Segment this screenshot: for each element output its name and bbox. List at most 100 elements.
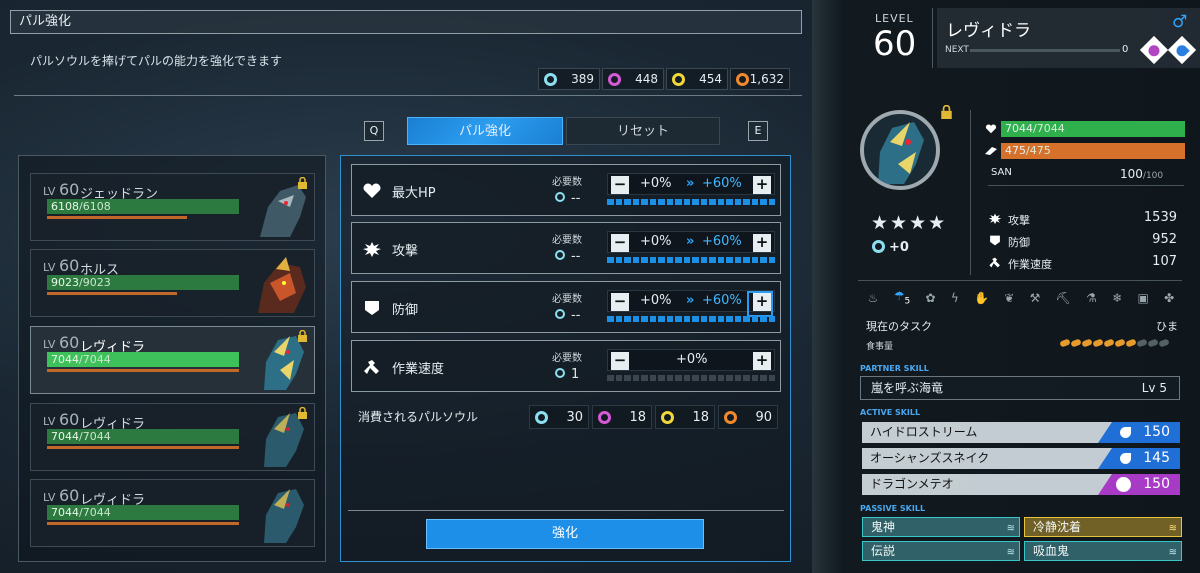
stat-row-work-speed: 作業速度 必要数 1 − +0% + [351,340,781,392]
heart-icon [985,124,997,134]
active-skill-slot[interactable]: ハイドロストリーム 150 [862,422,1180,443]
partner-skill[interactable]: 嵐を呼ぶ海竜 Lv 5 [860,376,1180,400]
max-value: +60% [702,234,742,249]
rank-up-icon: ≋ [1006,523,1015,534]
stat-name: 作業速度 [392,362,445,377]
consumed-souls-label: 消費されるパルソウル [358,410,479,424]
task-value: ひま [1156,320,1178,333]
tab-enhance[interactable]: パル強化 [407,117,563,145]
decrease-button[interactable]: − [611,293,629,311]
need-value: -- [555,249,580,264]
divider [988,185,1184,186]
pal-hp-bar: 7044/7044 [47,352,239,367]
gathering-icon: ❦ [1004,291,1015,305]
passive-skill[interactable]: 吸血鬼 ≋ [1024,541,1182,561]
dragon-element-icon [1116,477,1131,492]
pal-level: LV 60 [43,486,79,505]
chevron-right-icon: » [686,234,695,249]
divider [14,95,802,96]
passive-skill[interactable]: 冷静沈着 ≋ [1024,517,1182,537]
level-prefix: LV [43,415,56,428]
active-skill-label: ACTIVE SKILL [860,408,921,417]
passive-skill[interactable]: 伝説 ≋ [862,541,1020,561]
hp-max: /9023 [79,276,111,289]
stat-label: 攻撃 [1008,214,1030,227]
detail-stat-defense: 防御 952 [988,232,1183,250]
transporting-icon: ▣ [1137,291,1149,305]
watering-icon: ☂5 [893,289,911,307]
consumed-value: 90 [755,409,772,425]
mining-icon: ⛏ [1055,291,1071,305]
skill-power: 145 [1098,448,1180,469]
stat-value: 1539 [1143,210,1177,225]
task-label: 現在のタスク [866,320,932,333]
rank-stars: ★★★★ [871,212,948,234]
active-skill-slot[interactable]: オーシャンズスネイク 145 [862,448,1180,469]
consumed-value: 18 [629,409,646,425]
work-speed-icon [989,257,1000,268]
consumed-xl-soul: 90 [718,405,778,429]
decrease-button[interactable]: − [611,176,629,194]
partner-skill-label: PARTNER SKILL [860,364,929,373]
hp-max: /7044 [79,353,111,366]
pal-list: LV 60 ジェッドラン 6108/6108 LV 60 ホルス 9023/90… [18,155,326,562]
tab-reset[interactable]: リセット [566,117,720,145]
pal-card-selected[interactable]: LV 60 レヴィドラ 7044/7044 [30,326,315,394]
increase-button[interactable]: + [753,234,771,252]
hp-max: /7044 [79,430,111,443]
pal-soul-xl-icon [736,72,749,86]
pal-level: LV 60 [43,180,79,199]
skill-power: 150 [1098,422,1180,443]
increase-button[interactable]: + [753,176,771,194]
hp-value: 7044 [51,353,79,366]
lock-icon[interactable] [297,177,308,189]
focus-cursor [747,291,773,317]
enhance-button[interactable]: 強化 [426,519,704,549]
farming-icon: ✤ [1164,291,1175,305]
watering-level: 5 [904,296,911,307]
increase-button[interactable]: + [753,352,771,370]
stat-label: 作業速度 [1008,258,1052,271]
stat-row-defense: 防御 必要数 -- − +0% » +60% + [351,281,781,333]
skill-power-value: 150 [1143,476,1170,492]
lock-icon[interactable] [940,105,953,119]
active-skill-slot[interactable]: ドラゴンメテオ 150 [862,474,1180,495]
currency-value: 448 [635,72,658,86]
lock-icon[interactable] [297,330,308,342]
need-count: -- [571,191,581,206]
consumed-value: 18 [692,409,709,425]
passive-name: 吸血鬼 [1033,544,1070,558]
tab-next-key[interactable]: E [748,121,768,141]
stat-name: 最大HP [392,186,436,201]
skill-power-value: 145 [1143,450,1170,466]
decrease-button[interactable]: − [611,234,629,252]
need-label: 必要数 [552,235,582,246]
pal-hp-bar: 7044/7044 [47,505,239,520]
pal-card[interactable]: LV 60 レヴィドラ 7044/7044 [30,479,315,547]
tab-prev-key[interactable]: Q [364,121,384,141]
chevron-right-icon: » [686,293,695,308]
currency-small-soul: 389 [538,68,600,90]
currency-value: 454 [699,72,722,86]
currency-value: 389 [571,72,594,86]
need-value: -- [555,308,580,323]
male-icon: ♂ [1172,12,1188,32]
pal-hp-bar: 9023/9023 [47,275,239,290]
max-value: +60% [702,176,742,191]
skill-power-value: 150 [1143,424,1170,440]
pal-card[interactable]: LV 60 ジェッドラン 6108/6108 [30,173,315,241]
stamina-value: 475 [1005,144,1026,157]
lock-icon[interactable] [297,407,308,419]
window-title: パル強化 [10,10,802,34]
progress-segments [607,316,775,322]
pal-card[interactable]: LV 60 ホルス 9023/9023 [30,249,315,317]
current-value: +0% [640,234,672,249]
increase-button[interactable]: + [747,291,773,317]
stamina-max: /475 [1026,144,1051,157]
decrease-button[interactable]: − [611,352,629,370]
lumbering-icon: ⚒ [1029,291,1041,305]
detail-stat-attack: 攻撃 1539 [988,210,1183,228]
consumed-small-soul: 30 [529,405,589,429]
pal-card[interactable]: LV 60 レヴィドラ 7044/7044 [30,403,315,471]
passive-skill[interactable]: 鬼神 ≋ [862,517,1020,537]
